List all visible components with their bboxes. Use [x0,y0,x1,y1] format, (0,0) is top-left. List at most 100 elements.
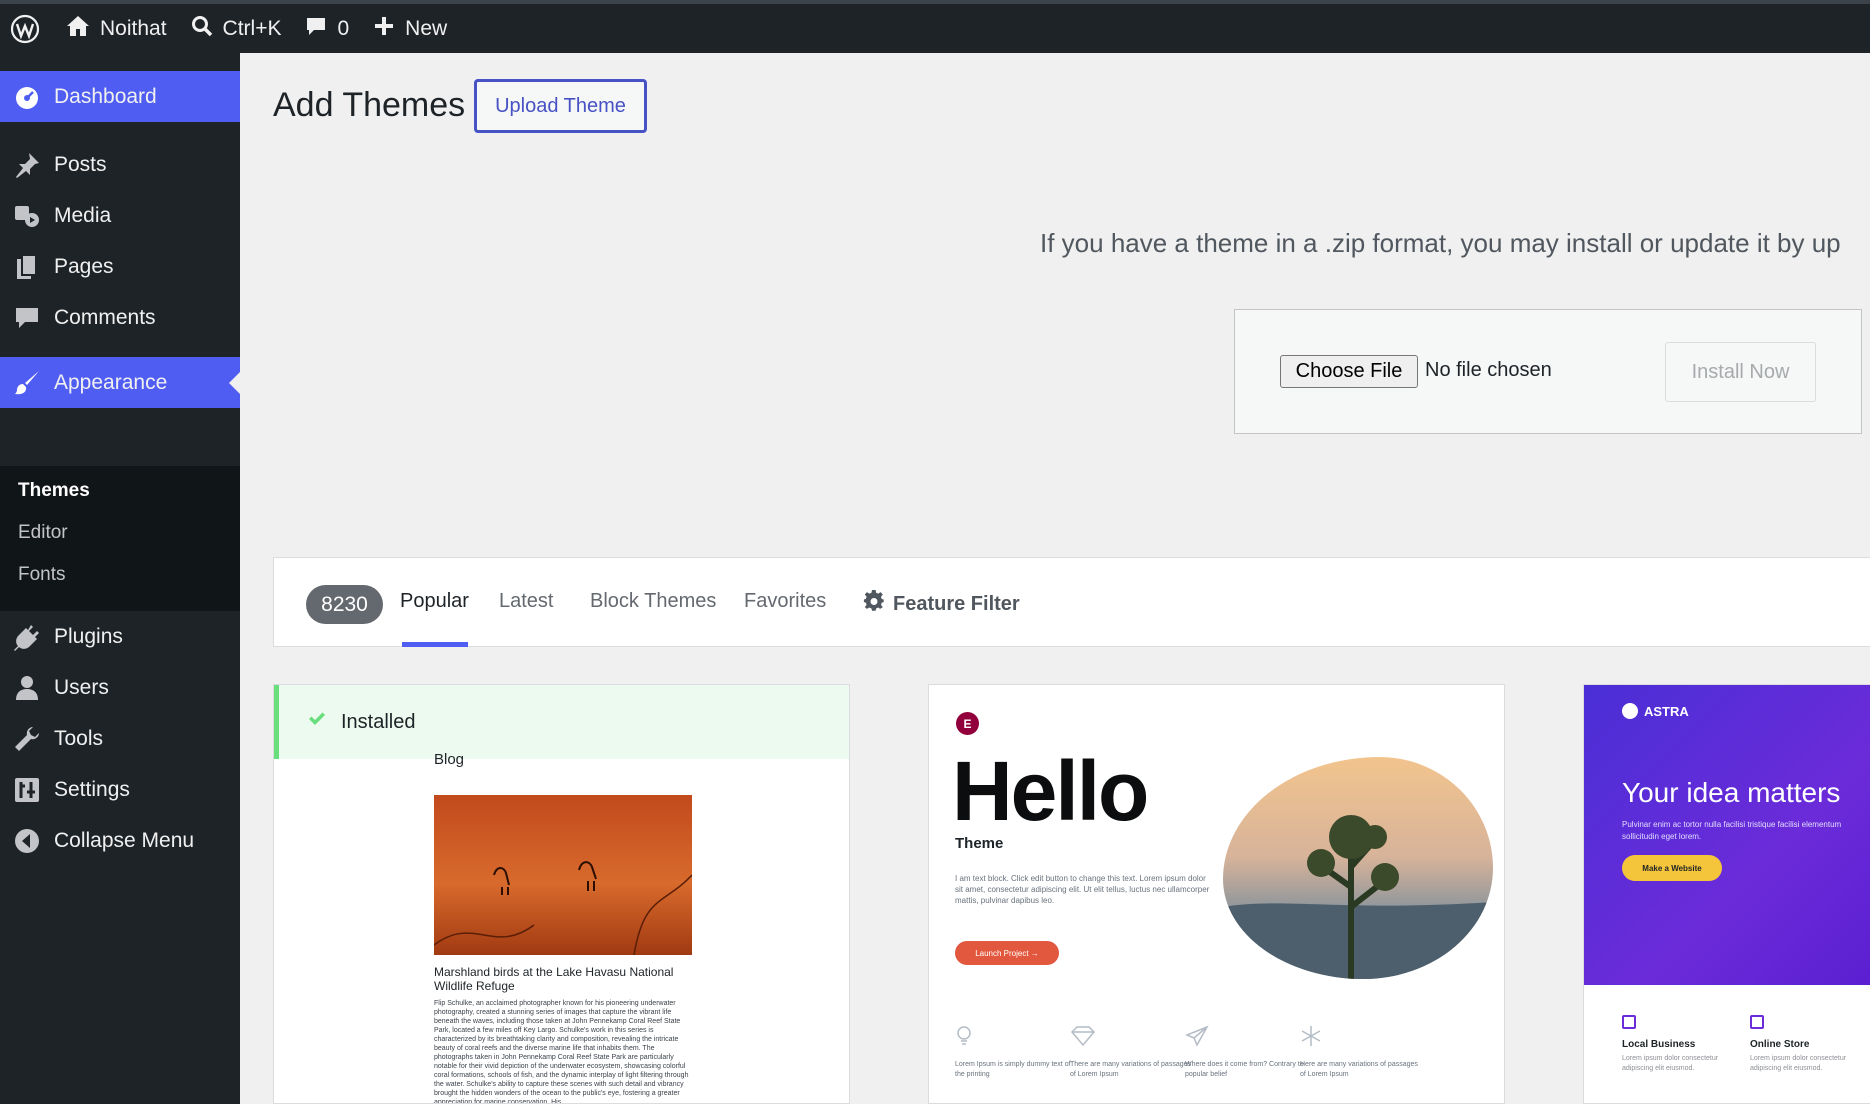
search-icon [191,15,213,43]
preview-title: Your idea matters [1622,777,1841,808]
submenu-item-fonts[interactable]: Fonts [18,564,66,586]
feature-filter-label: Feature Filter [893,592,1020,615]
installed-label: Installed [341,710,416,733]
wordpress-logo-icon[interactable] [0,4,54,53]
astra-logo-icon [1622,703,1638,719]
sidebar-item-label: Media [54,203,112,227]
sidebar-item-label: Posts [54,152,107,176]
preview-caption: Marshland birds at the Lake Havasu Natio… [434,965,674,993]
snowflake-icon [1300,1026,1322,1051]
cactus-image [1223,757,1493,979]
file-status: No file chosen [1425,359,1552,381]
submenu-item-editor[interactable]: Editor [18,522,68,544]
feature-filter-button[interactable]: Feature Filter [863,590,1020,618]
theme-card[interactable]: Installed Blog Marshland birds at the La… [273,684,850,1104]
preview-image [433,795,693,956]
preview-feature: Online Store Lorem ipsum dolor consectet… [1750,1015,1870,1074]
comment-icon [12,303,42,333]
checkmark-icon [279,709,341,735]
building-icon [1622,1015,1636,1029]
preview-body-text: Flip Schulke, an acclaimed photographer … [434,1000,689,1104]
sidebar-item-label: Pages [54,254,114,278]
wrench-icon [12,724,42,754]
preview-title: Hello [952,744,1149,838]
lightbulb-icon [955,1026,973,1051]
preview-feature: Here are many variations of passages of … [1300,1025,1425,1080]
sidebar-item-label: Appearance [54,370,168,394]
page-title: Add Themes [273,86,466,124]
search-shortcut-label: Ctrl+K [222,16,282,40]
sidebar-item-tools[interactable]: Tools [0,713,240,764]
sidebar-item-label: Users [54,675,109,699]
sidebar-item-label: Plugins [54,624,123,648]
plus-icon [373,15,395,43]
theme-filter-bar: 8230 Popular Latest Block Themes Favorit… [273,557,1870,647]
sidebar-item-posts[interactable]: Posts [0,139,240,190]
media-icon [12,201,42,231]
paper-plane-icon [1185,1025,1209,1051]
upload-help-text: If you have a theme in a .zip format, yo… [1040,228,1841,258]
astra-logo-text: ASTRA [1644,703,1689,719]
upload-form: Choose File No file chosen Install Now [1234,309,1862,434]
collapse-menu-button[interactable]: Collapse Menu [0,815,240,866]
pages-icon [12,252,42,282]
preview-subtitle: Theme [955,835,1004,852]
new-label: New [405,16,448,40]
new-content-link[interactable]: New [361,4,459,53]
sidebar-item-pages[interactable]: Pages [0,241,240,292]
preview-body-text: I am text block. Click edit button to ch… [955,874,1210,905]
sidebar-item-dashboard[interactable]: Dashboard [0,71,240,122]
preview-feature: Lorem Ipsum is simply dummy text of the … [955,1025,1080,1080]
install-now-button[interactable]: Install Now [1665,342,1816,402]
comments-link[interactable]: 0 [293,4,361,53]
shopping-bag-icon [1750,1015,1764,1029]
sidebar-item-label: Dashboard [54,84,157,108]
admin-sidebar: Dashboard Posts Media Pages Comments App… [0,53,240,1104]
sidebar-item-users[interactable]: Users [0,662,240,713]
preview-heading: Blog [434,751,465,768]
submenu-item-themes[interactable]: Themes [18,480,90,502]
sidebar-item-label: Settings [54,777,130,801]
appearance-submenu: Themes Editor Fonts [0,466,240,611]
tab-block-themes[interactable]: Block Themes [590,590,716,613]
preview-hero: ASTRA Your idea matters Pulvinar enim ac… [1584,685,1870,985]
installed-notice: Installed [274,685,849,759]
choose-file-button[interactable]: Choose File [1280,355,1418,388]
sidebar-item-label: Tools [54,726,104,750]
tab-popular[interactable]: Popular [400,590,469,613]
preview-cta: Make a Website [1622,855,1722,881]
home-icon [66,14,90,44]
sidebar-item-appearance[interactable]: Appearance [0,357,240,408]
theme-card[interactable]: ASTRA Your idea matters Pulvinar enim ac… [1583,684,1870,1104]
theme-count-badge: 8230 [306,585,383,624]
theme-card[interactable]: E Hello Theme I am text block. Click edi… [928,684,1505,1104]
preview-feature: Where does it come from? Contrary to pop… [1185,1025,1310,1080]
sidebar-item-label: Collapse Menu [54,828,195,852]
sidebar-item-label: Comments [54,305,156,329]
tab-favorites[interactable]: Favorites [744,590,826,613]
collapse-icon [12,826,42,856]
admin-bar: Noithat Ctrl+K 0 New [0,0,1870,53]
diamond-icon [1070,1026,1096,1051]
pin-icon [12,150,42,180]
preview-body-text: Pulvinar enim ac tortor nulla facilisi t… [1622,820,1842,841]
comment-icon [305,15,327,43]
preview-features: Lorem Ipsum is simply dummy text of the … [955,1025,1475,1103]
elementor-logo-icon: E [956,712,979,735]
astra-logo: ASTRA [1622,703,1689,719]
sidebar-item-media[interactable]: Media [0,190,240,241]
active-tab-indicator [402,642,468,647]
sidebar-item-plugins[interactable]: Plugins [0,611,240,662]
dashboard-icon [12,82,42,112]
preview-feature: Local Business Lorem ipsum dolor consect… [1622,1015,1742,1074]
tab-latest[interactable]: Latest [499,590,553,613]
sidebar-item-settings[interactable]: Settings [0,764,240,815]
preview-feature: There are many variations of passages of… [1070,1025,1195,1080]
search-shortcut[interactable]: Ctrl+K [179,4,294,53]
preview-cta: Launch Project → [955,941,1059,965]
sidebar-item-comments[interactable]: Comments [0,292,240,343]
upload-theme-button[interactable]: Upload Theme [474,79,647,133]
site-name-link[interactable]: Noithat [54,4,179,53]
gear-icon [863,590,893,618]
brush-icon [12,368,42,398]
